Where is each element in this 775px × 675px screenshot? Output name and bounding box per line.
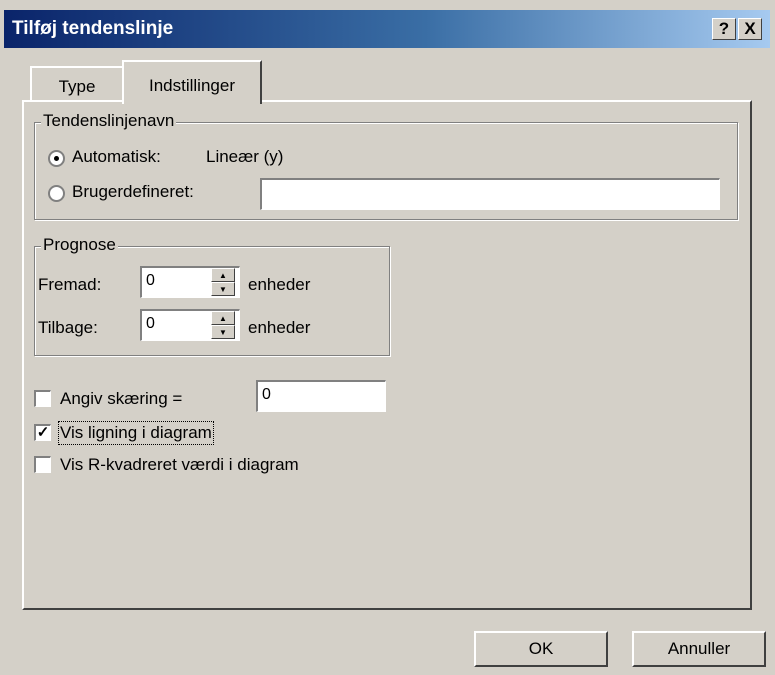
automatic-value: Lineær (y) <box>206 147 284 166</box>
ok-button[interactable]: OK <box>474 631 608 667</box>
custom-label: Brugerdefineret: <box>72 182 194 201</box>
intercept-label: Angiv skæring = <box>60 389 183 408</box>
tab-indstillinger[interactable]: Indstillinger <box>122 60 262 104</box>
automatic-label: Automatisk: <box>72 147 161 166</box>
forecast-legend: Prognose <box>41 235 118 255</box>
help-button[interactable]: ? <box>712 18 736 40</box>
options-panel: Tendenslinjenavn Automatisk: Lineær (y) … <box>22 100 752 610</box>
title-bar[interactable]: Tilføj tendenslinje ? X <box>4 10 770 48</box>
spin-up-icon[interactable]: ▲ <box>211 311 235 325</box>
backward-unit: enheder <box>248 318 311 337</box>
intercept-input[interactable]: 0 <box>256 380 386 412</box>
show-equation-label: Vis ligning i diagram <box>58 421 214 445</box>
forward-label: Fremad: <box>38 275 102 294</box>
spin-up-icon[interactable]: ▲ <box>211 268 235 282</box>
backward-label: Tilbage: <box>38 318 98 337</box>
intercept-checkbox[interactable] <box>34 390 51 407</box>
custom-radio[interactable] <box>48 185 65 202</box>
close-button[interactable]: X <box>738 18 762 40</box>
show-equation-checkbox[interactable]: ✓ <box>34 424 51 441</box>
tab-indstillinger-label: Indstillinger <box>149 76 235 95</box>
forward-unit: enheder <box>248 275 311 294</box>
show-rsquared-label: Vis R-kvadreret værdi i diagram <box>60 455 299 474</box>
dialog-title: Tilføj tendenslinje <box>12 18 174 39</box>
show-rsquared-checkbox[interactable] <box>34 456 51 473</box>
tab-type[interactable]: Type <box>30 66 124 102</box>
automatic-radio[interactable] <box>48 150 65 167</box>
trendline-name-legend: Tendenslinjenavn <box>41 111 177 131</box>
custom-name-input[interactable] <box>260 178 720 210</box>
forward-spinner[interactable]: ▲ ▼ <box>210 268 235 296</box>
tab-type-label: Type <box>58 77 96 96</box>
dialog-window: Tilføj tendenslinje ? X Type Indstilling… <box>0 0 775 675</box>
cancel-button[interactable]: Annuller <box>632 631 766 667</box>
backward-spinner[interactable]: ▲ ▼ <box>210 311 235 339</box>
spin-down-icon[interactable]: ▼ <box>211 282 235 296</box>
spin-down-icon[interactable]: ▼ <box>211 325 235 339</box>
